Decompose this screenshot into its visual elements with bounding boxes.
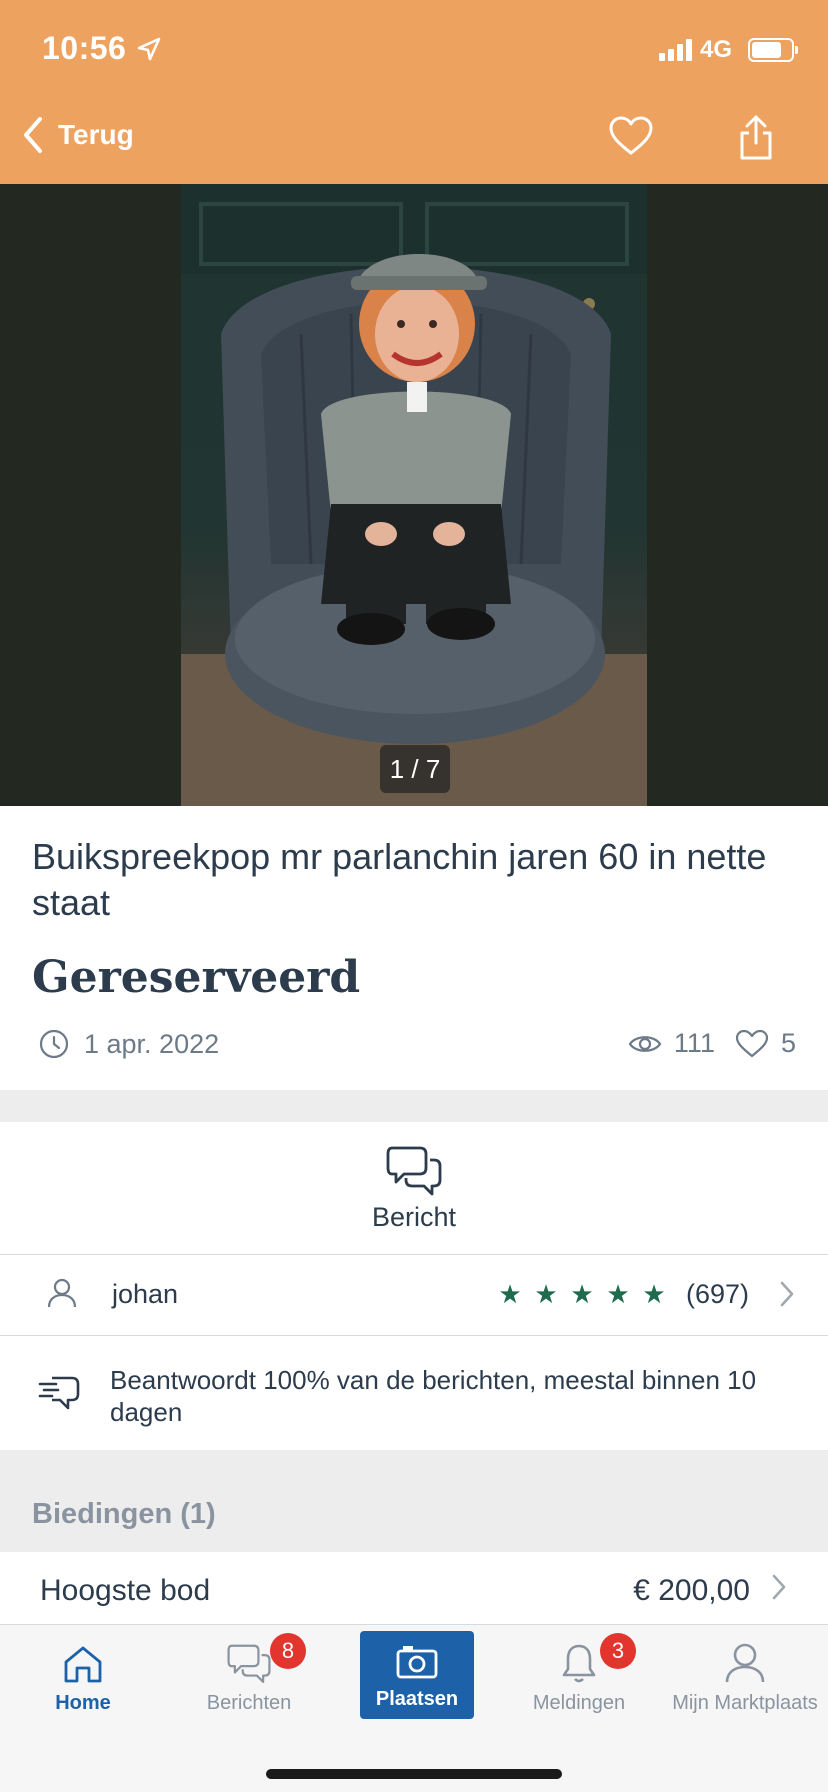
chat-bubbles-icon — [227, 1644, 271, 1683]
tab-notifications[interactable]: Meldingen — [496, 1625, 662, 1725]
chevron-right-icon — [780, 1281, 794, 1307]
views-count: 111 — [673, 1028, 715, 1058]
signal-icon — [658, 39, 692, 61]
battery-icon — [748, 38, 798, 62]
chevron-right-icon — [772, 1574, 786, 1600]
tab-home[interactable]: Home — [0, 1625, 166, 1725]
star-icon: ★ — [534, 1279, 558, 1309]
camera-icon — [396, 1646, 438, 1679]
listing-title: Buikspreekpop mr parlanchin jaren 60 in … — [32, 836, 767, 923]
message-button[interactable]: Bericht — [0, 1122, 828, 1254]
response-info: Beantwoordt 100% van de berichten, meest… — [0, 1336, 828, 1450]
chevron-left-icon — [24, 117, 42, 153]
favorites-count: 5 — [780, 1028, 796, 1058]
clock-icon — [39, 1029, 69, 1059]
star-icon: ★ — [642, 1279, 666, 1309]
seller-row[interactable]: johan ★ ★ ★ ★ ★ (697) — [0, 1255, 828, 1335]
messages-badge: 8 — [270, 1633, 306, 1669]
bids-section-title: Biedingen (1) — [32, 1498, 216, 1530]
listing-stats: 111 5 — [628, 1028, 796, 1059]
seller-name: johan — [112, 1279, 179, 1309]
tab-account-label: Mijn Marktplaats — [672, 1692, 818, 1714]
highest-bid-value: € 200,00 — [633, 1574, 750, 1607]
home-icon — [64, 1646, 102, 1683]
fast-reply-icon — [38, 1376, 80, 1410]
user-icon — [47, 1278, 77, 1308]
response-text: Beantwoordt 100% van de berichten, meest… — [110, 1365, 757, 1427]
tab-bar: Home Berichten 8 Plaatsen Meldingen 3 Mi… — [0, 1624, 828, 1792]
status-indicators: 4G — [658, 36, 798, 64]
contact-card: Bericht johan ★ ★ ★ ★ ★ (697) Beantwoord… — [0, 1122, 828, 1450]
tab-place-label: Plaatsen — [375, 1688, 459, 1710]
home-indicator — [266, 1769, 562, 1779]
photo-gallery[interactable]: 1 / 7 — [0, 184, 828, 806]
tab-messages[interactable]: Berichten — [166, 1625, 332, 1725]
eye-icon — [628, 1035, 662, 1052]
listing-meta: 1 apr. 2022 111 5 — [0, 1028, 828, 1078]
rating-stars: ★ ★ ★ ★ ★ — [498, 1279, 666, 1309]
listing-status: Gereserveerd — [32, 952, 361, 1003]
tab-account[interactable]: Mijn Marktplaats — [662, 1625, 828, 1725]
listing-photo-illustration — [181, 184, 647, 806]
location-arrow-icon — [137, 37, 161, 61]
network-label: 4G — [699, 36, 732, 63]
listing-date: 1 apr. 2022 — [38, 1028, 219, 1060]
date-text: 1 apr. 2022 — [84, 1028, 220, 1059]
tab-place-ad[interactable]: Plaatsen — [360, 1631, 474, 1719]
heart-icon[interactable] — [608, 115, 654, 157]
listing-photo[interactable] — [181, 184, 647, 806]
star-icon: ★ — [570, 1279, 594, 1309]
share-icon[interactable] — [738, 115, 774, 161]
user-icon — [725, 1643, 765, 1683]
bell-icon — [562, 1644, 596, 1683]
tab-notifications-label: Meldingen — [532, 1692, 626, 1714]
listing-info-card: Buikspreekpop mr parlanchin jaren 60 in … — [0, 806, 828, 1090]
back-label: Terug — [58, 119, 134, 150]
chat-bubbles-icon — [386, 1146, 442, 1195]
back-button[interactable]: Terug — [22, 116, 134, 154]
status-time: 10:56 — [42, 30, 127, 66]
heart-outline-icon — [735, 1029, 769, 1057]
star-icon: ★ — [606, 1279, 630, 1309]
highest-bid-row[interactable]: Hoogste bod € 200,00 — [0, 1552, 828, 1624]
notifications-badge: 3 — [600, 1633, 636, 1669]
photo-counter: 1 / 7 — [380, 745, 450, 793]
highest-bid-label: Hoogste bod — [40, 1574, 211, 1607]
message-label: Bericht — [371, 1201, 457, 1232]
app-header: 10:56 4G Terug — [0, 0, 828, 184]
tab-home-label: Home — [55, 1692, 111, 1714]
tab-messages-label: Berichten — [206, 1692, 292, 1714]
star-icon: ★ — [498, 1279, 522, 1309]
rating-count: (697) — [686, 1279, 750, 1309]
